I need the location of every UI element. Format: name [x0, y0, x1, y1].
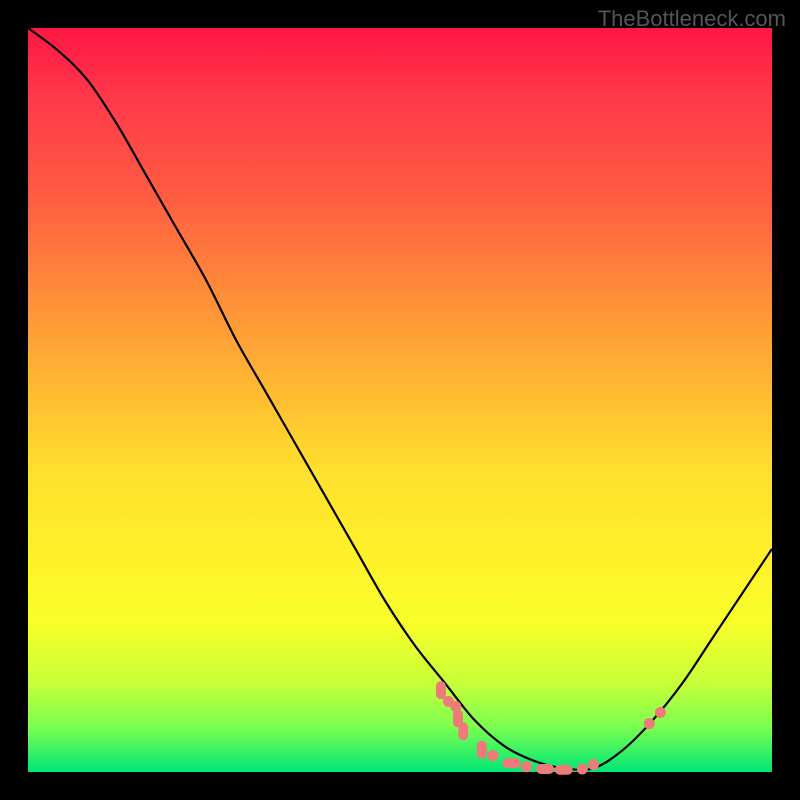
highlight-point	[588, 759, 599, 770]
chart-plot-area	[28, 28, 772, 772]
highlight-point	[503, 758, 521, 768]
highlight-point	[536, 764, 554, 774]
highlight-point	[436, 681, 446, 699]
highlight-point	[488, 750, 499, 761]
highlight-point	[477, 741, 487, 759]
bottleneck-curve	[28, 28, 772, 770]
highlight-points-group	[436, 681, 666, 775]
highlight-point	[644, 718, 655, 729]
highlight-point	[655, 707, 666, 718]
bottleneck-curve-svg	[28, 28, 772, 772]
watermark-text: TheBottleneck.com	[598, 6, 786, 32]
highlight-point	[577, 764, 588, 775]
highlight-point	[555, 765, 573, 775]
highlight-point	[458, 722, 468, 740]
highlight-point	[521, 761, 532, 772]
